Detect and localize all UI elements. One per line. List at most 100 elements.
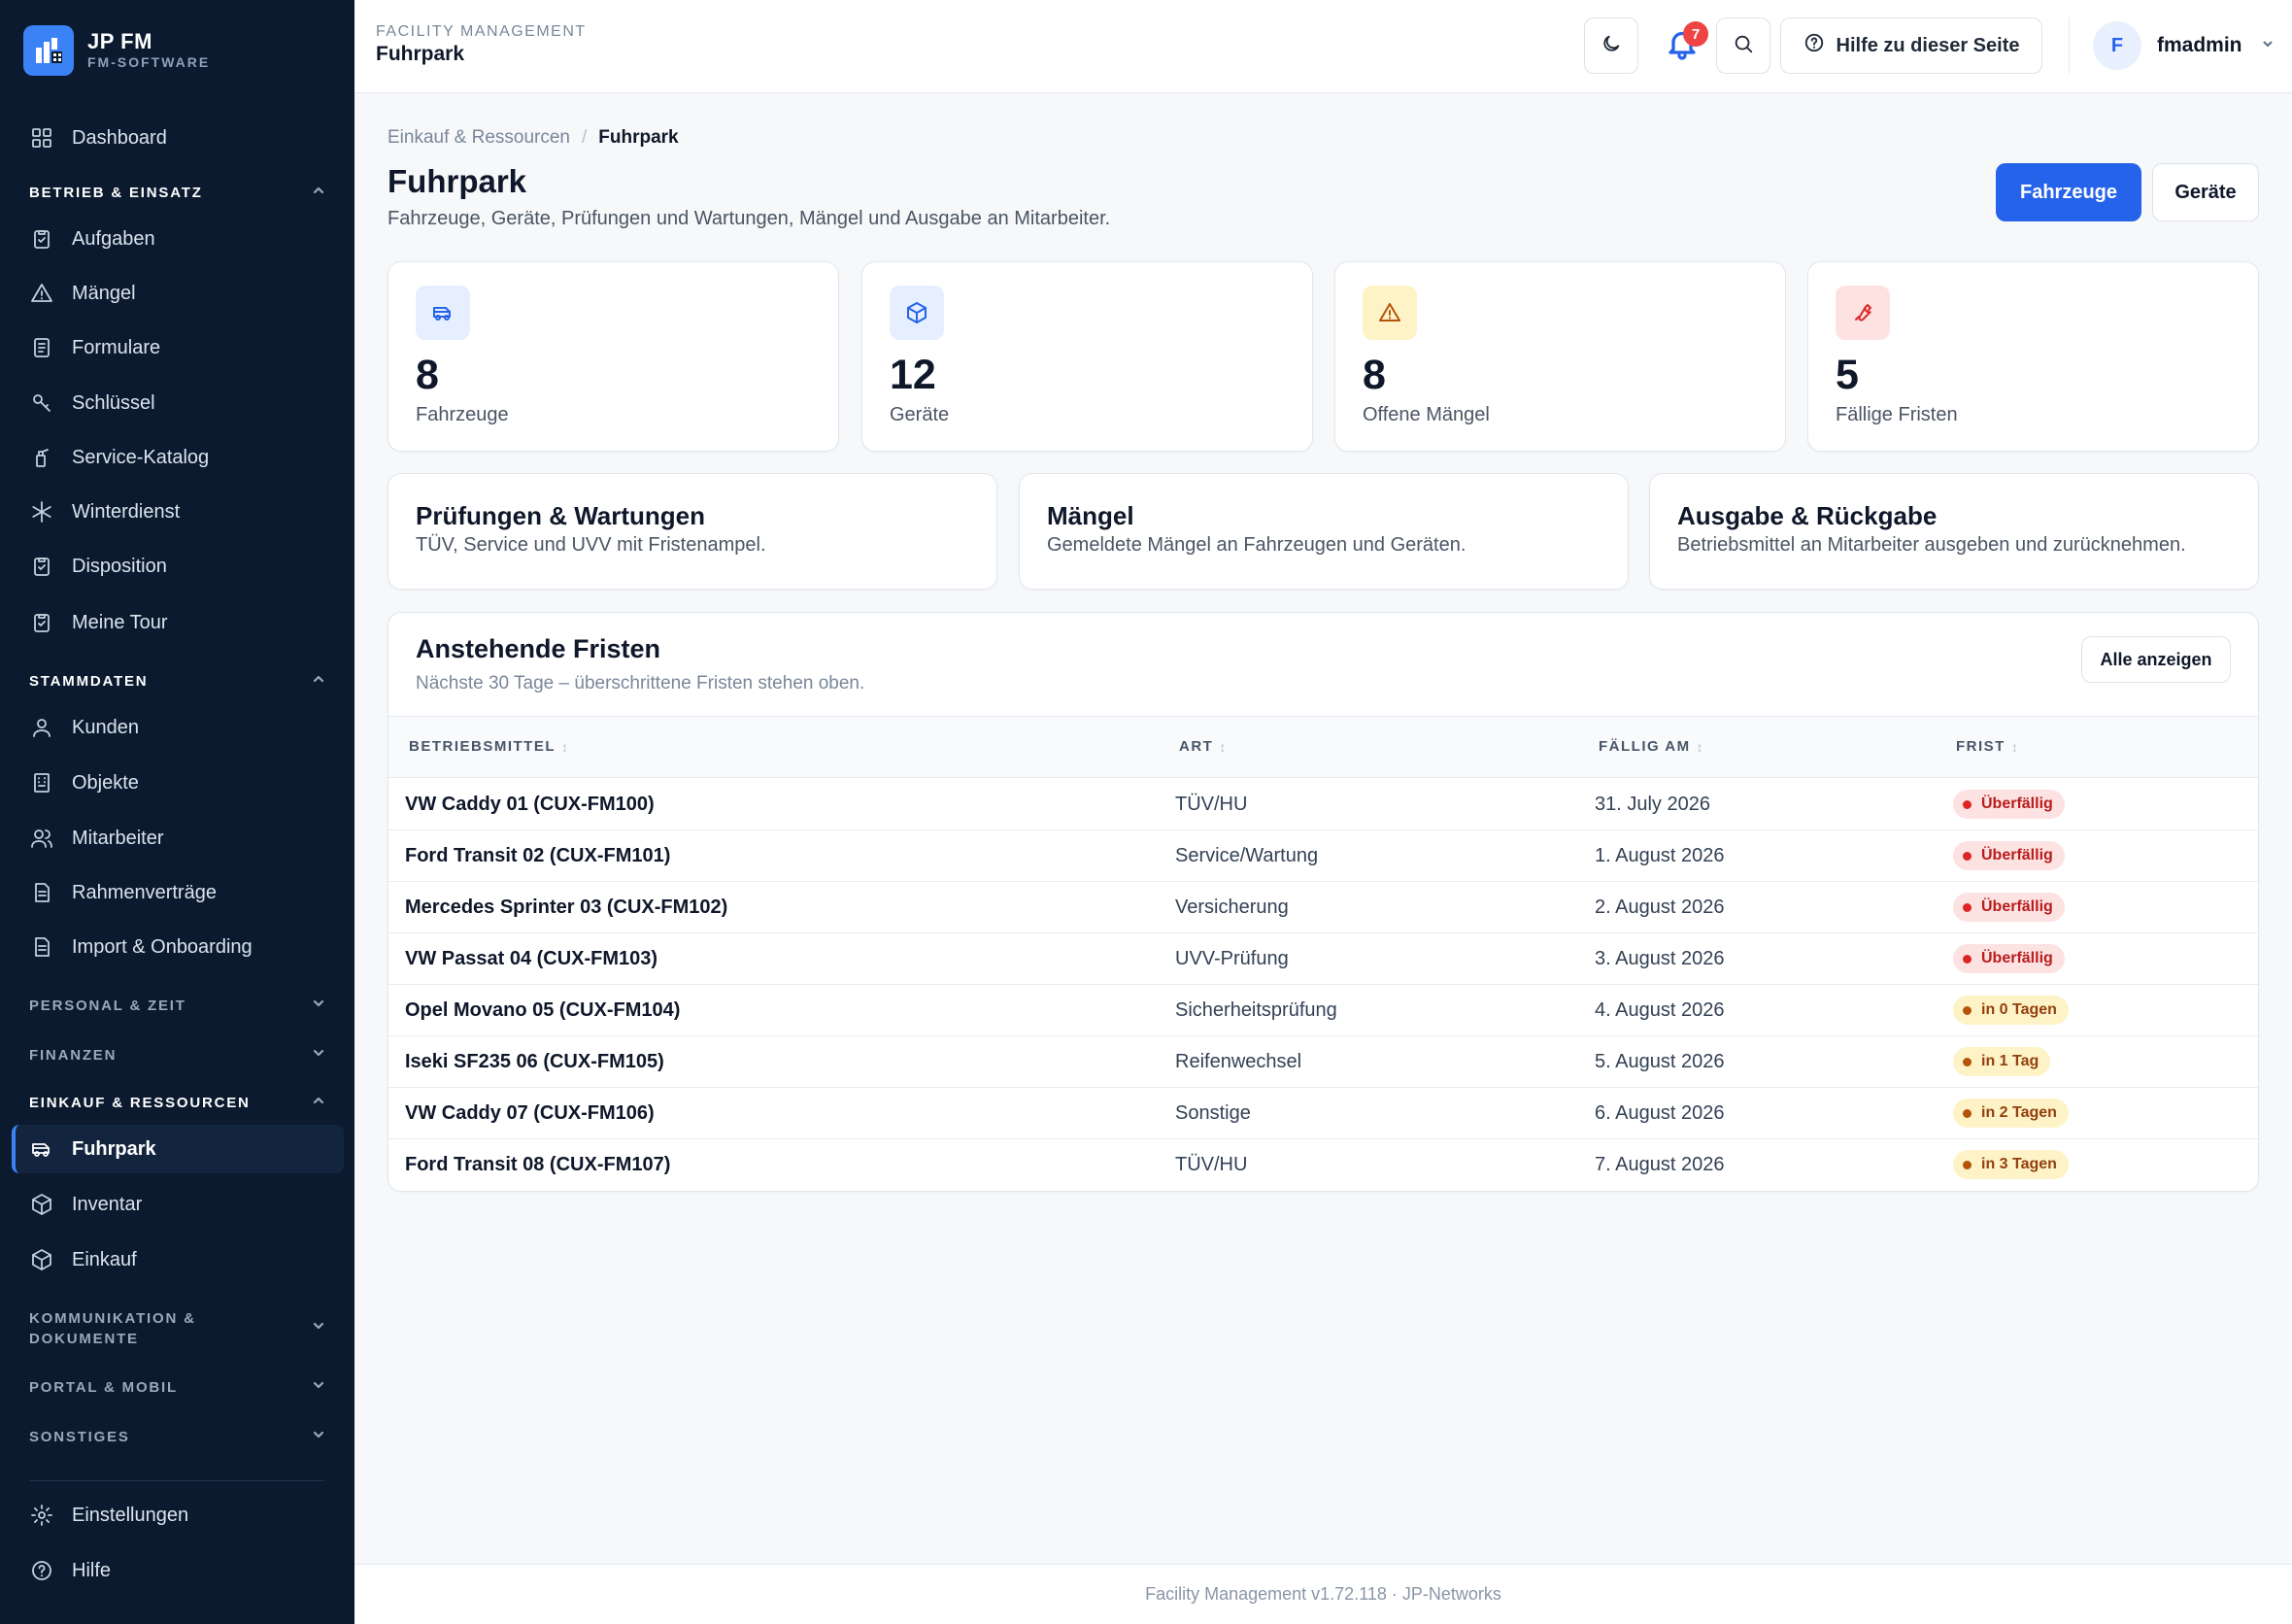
link-card-subtitle: Gemeldete Mängel an Fahrzeugen und Gerät… xyxy=(1047,534,1466,556)
section-stammdaten[interactable]: STAMMDATEN xyxy=(29,671,326,691)
show-all-button[interactable]: Alle anzeigen xyxy=(2081,636,2231,683)
sort-icon: ↕ xyxy=(561,738,568,755)
status-badge: Überfällig xyxy=(1953,790,2065,819)
cell-art: Sonstige xyxy=(1175,1102,1251,1124)
cell-faellig-am: 4. August 2026 xyxy=(1595,999,1725,1021)
sidebar-item-service-katalog[interactable]: Service-Katalog xyxy=(12,433,344,482)
cell-faellig-am: 6. August 2026 xyxy=(1595,1102,1725,1124)
sidebar-item-schluessel[interactable]: Schlüssel xyxy=(12,379,344,427)
search-button[interactable] xyxy=(1716,17,1770,74)
stat-label: Offene Mängel xyxy=(1363,404,1490,425)
section-betrieb-einsatz[interactable]: BETRIEB & EINSATZ xyxy=(29,183,326,202)
table-row[interactable]: Ford Transit 02 (CUX-FM101) Service/Wartu… xyxy=(388,830,2258,882)
stat-card-geraete[interactable]: 12 Geräte xyxy=(861,261,1313,452)
notifications-button[interactable]: 7 xyxy=(1654,17,1710,74)
sidebar-item-inventar[interactable]: Inventar xyxy=(12,1180,344,1229)
stat-card-fahrzeuge[interactable]: 8 Fahrzeuge xyxy=(388,261,839,452)
table-row[interactable]: VW Caddy 01 (CUX-FM100) TÜV/HU 31. July 20… xyxy=(388,779,2258,830)
status-label: Überfällig xyxy=(1981,950,2053,966)
link-card-maengel[interactable]: Mängel Gemeldete Mängel an Fahrzeugen un… xyxy=(1019,473,1629,590)
link-card-pruefungen-wartungen[interactable]: Prüfungen & Wartungen TÜV, Service und U… xyxy=(388,473,997,590)
sidebar-item-label: Mitarbeiter xyxy=(72,827,164,849)
section-kommunikation-dokumente[interactable]: KOMMUNIKATION & DOKUMENTE xyxy=(29,1308,326,1349)
cell-betriebsmittel: VW Passat 04 (CUX-FM103) xyxy=(405,948,658,969)
clipboard-check-icon xyxy=(29,226,54,252)
table-row[interactable]: Ford Transit 08 (CUX-FM107) TÜV/HU 7. Augu… xyxy=(388,1139,2258,1191)
sidebar-item-maengel[interactable]: Mängel xyxy=(12,269,344,318)
status-dot-icon xyxy=(1963,1108,1972,1118)
topbar: FACILITY MANAGEMENT Fuhrpark 7 Hilfe zu … xyxy=(354,0,2292,93)
column-header-frist[interactable]: FRIST ↕ xyxy=(1956,738,2018,755)
cell-betriebsmittel: Opel Movano 05 (CUX-FM104) xyxy=(405,999,681,1021)
link-card-ausgabe-rueckgabe[interactable]: Ausgabe & Rückgabe Betriebsmittel an Mit… xyxy=(1649,473,2259,590)
section-portal-mobil[interactable]: PORTAL & MOBIL xyxy=(29,1377,326,1397)
building-icon xyxy=(29,770,54,795)
status-badge: in 1 Tag xyxy=(1953,1047,2051,1076)
sidebar-item-winterdienst[interactable]: Winterdienst xyxy=(12,488,344,536)
user-menu[interactable]: F fmadmin xyxy=(2093,21,2275,70)
sidebar-item-disposition[interactable]: Disposition xyxy=(12,542,344,591)
sidebar-item-label: Service-Katalog xyxy=(72,446,210,468)
section-finanzen[interactable]: FINANZEN xyxy=(29,1045,326,1065)
table-row[interactable]: Iseki SF235 06 (CUX-FM105) Reifenwechsel 5… xyxy=(388,1036,2258,1088)
table-row[interactable]: Opel Movano 05 (CUX-FM104) Sicherheitsprü… xyxy=(388,985,2258,1036)
column-header-faellig-am[interactable]: FÄLLIG AM ↕ xyxy=(1599,738,1703,755)
sidebar-item-hilfe[interactable]: Hilfe xyxy=(12,1546,344,1595)
table-row[interactable]: VW Passat 04 (CUX-FM103) UVV-Prüfung 3. Au… xyxy=(388,933,2258,985)
sidebar-item-label: Dashboard xyxy=(72,126,167,149)
column-header-betriebsmittel[interactable]: BETRIEBSMITTEL ↕ xyxy=(409,738,568,755)
table-row[interactable]: Mercedes Sprinter 03 (CUX-FM102) Versiche… xyxy=(388,882,2258,933)
status-label: in 3 Tagen xyxy=(1981,1156,2057,1172)
status-dot-icon xyxy=(1963,799,1972,809)
sidebar-item-label: Meine Tour xyxy=(72,611,168,633)
sidebar-item-aufgaben[interactable]: Aufgaben xyxy=(12,215,344,263)
sidebar-item-meine-tour[interactable]: Meine Tour xyxy=(12,598,344,647)
stat-label: Geräte xyxy=(890,404,950,425)
sidebar-item-formulare[interactable]: Formulare xyxy=(12,323,344,372)
chevron-up-icon xyxy=(311,1093,326,1112)
stat-value: 5 xyxy=(1836,352,1859,398)
sort-icon: ↕ xyxy=(1219,738,1227,755)
sidebar-item-fuhrpark[interactable]: Fuhrpark xyxy=(12,1125,344,1173)
breadcrumb: Einkauf & Ressourcen / Fuhrpark xyxy=(388,127,679,149)
sidebar-item-label: Einkauf xyxy=(72,1248,137,1270)
sidebar-item-dashboard[interactable]: Dashboard xyxy=(12,114,344,162)
sidebar-item-rahmenvertraege[interactable]: Rahmenverträge xyxy=(12,868,344,917)
devices-button[interactable]: Geräte xyxy=(2152,163,2259,221)
section-personal-zeit[interactable]: PERSONAL & ZEIT xyxy=(29,996,326,1015)
brand-name: JP FM xyxy=(87,29,152,53)
breadcrumb-separator: / xyxy=(582,127,588,148)
sidebar-item-label: Mängel xyxy=(72,282,136,304)
sidebar-item-kunden[interactable]: Kunden xyxy=(12,703,344,752)
key-icon xyxy=(29,390,54,416)
column-header-art[interactable]: ART ↕ xyxy=(1179,738,1226,755)
section-einkauf-ressourcen[interactable]: EINKAUF & RESSOURCEN xyxy=(29,1093,326,1112)
status-badge: Überfällig xyxy=(1953,944,2065,973)
status-badge: in 3 Tagen xyxy=(1953,1150,2069,1179)
page-help-button[interactable]: Hilfe zu dieser Seite xyxy=(1780,17,2042,74)
stat-card-offene-maengel[interactable]: 8 Offene Mängel xyxy=(1334,261,1786,452)
vehicles-button[interactable]: Fahrzeuge xyxy=(1996,163,2141,221)
sidebar-item-einkauf[interactable]: Einkauf xyxy=(12,1235,344,1284)
status-label: Überfällig xyxy=(1981,795,2053,812)
brand[interactable]: JP FM FM-SOFTWARE xyxy=(23,25,210,76)
link-card-title: Ausgabe & Rückgabe xyxy=(1677,501,1938,530)
box-icon xyxy=(890,286,944,340)
sidebar-item-mitarbeiter[interactable]: Mitarbeiter xyxy=(12,814,344,863)
status-label: in 1 Tag xyxy=(1981,1053,2039,1069)
chevron-down-icon xyxy=(311,1045,326,1065)
stat-card-faellige-fristen[interactable]: 5 Fällige Fristen xyxy=(1807,261,2259,452)
breadcrumb-parent-link[interactable]: Einkauf & Ressourcen xyxy=(388,127,570,149)
theme-toggle-button[interactable] xyxy=(1584,17,1638,74)
moon-icon xyxy=(1601,33,1622,59)
sidebar-item-import-onboarding[interactable]: Import & Onboarding xyxy=(12,923,344,971)
section-sonstiges[interactable]: SONSTIGES xyxy=(29,1427,326,1446)
status-badge: Überfällig xyxy=(1953,841,2065,870)
table-row[interactable]: VW Caddy 07 (CUX-FM106) Sonstige 6. August… xyxy=(388,1088,2258,1139)
section-label: KOMMUNIKATION & DOKUMENTE xyxy=(29,1310,196,1347)
status-dot-icon xyxy=(1963,1005,1972,1015)
stat-label: Fahrzeuge xyxy=(416,404,509,425)
sidebar-item-objekte[interactable]: Objekte xyxy=(12,759,344,807)
cell-betriebsmittel: Ford Transit 08 (CUX-FM107) xyxy=(405,1154,671,1175)
sidebar-item-einstellungen[interactable]: Einstellungen xyxy=(12,1491,344,1539)
